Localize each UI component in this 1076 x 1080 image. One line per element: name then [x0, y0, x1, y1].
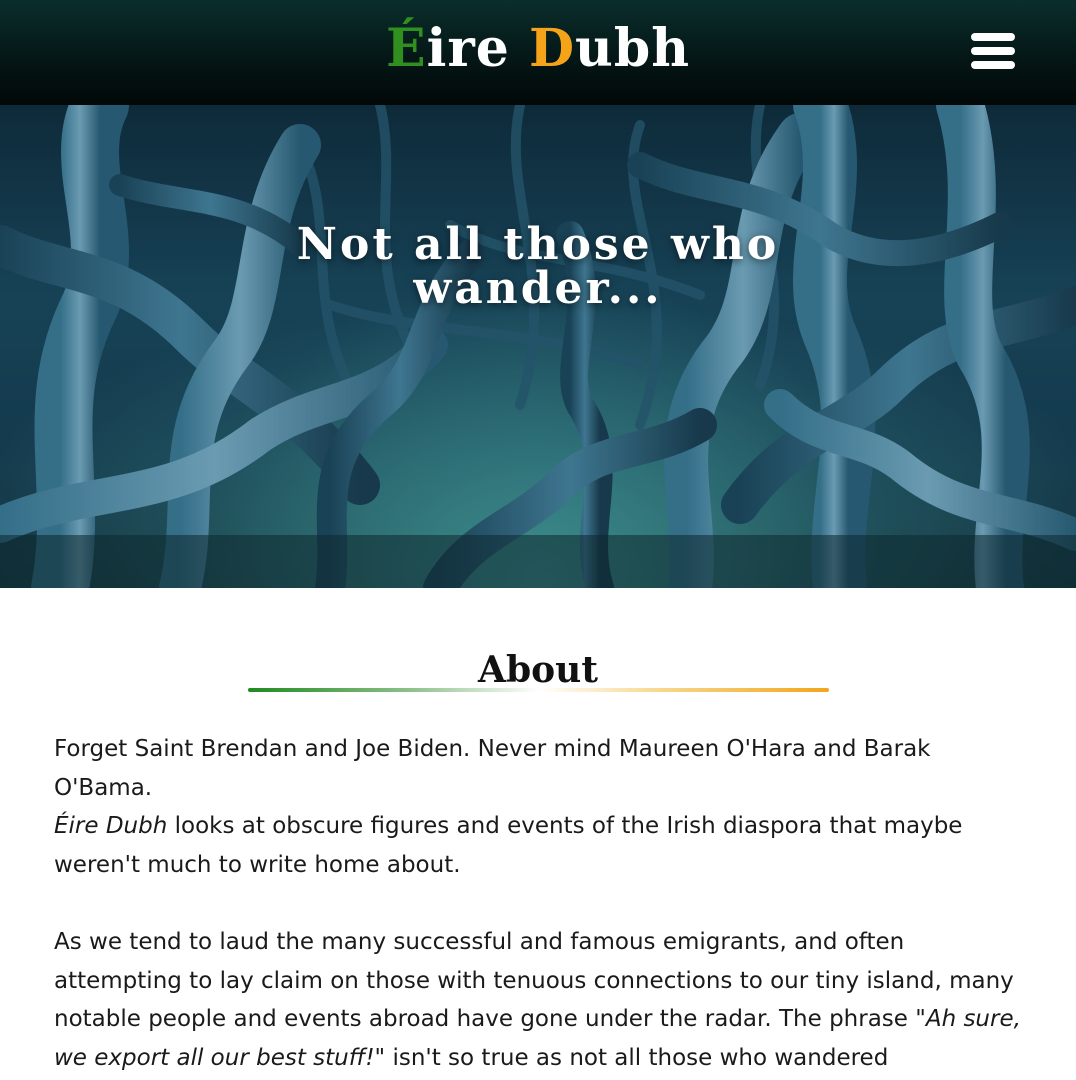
logo-word-eire: ire: [426, 18, 510, 79]
about-paragraph-1: Forget Saint Brendan and Joe Biden. Neve…: [54, 730, 1029, 884]
about-heading: About: [478, 648, 598, 691]
hero-banner: Not all those who wander...: [0, 105, 1076, 588]
about-line-2: looks at obscure figures and events of t…: [54, 813, 963, 878]
site-header: Éire Dubh: [0, 0, 1076, 105]
hero-caption: Not all those who wander...: [296, 219, 780, 314]
about-para-2-text: As we tend to laud the many successful a…: [54, 928, 1014, 1033]
about-line-1: Forget Saint Brendan and Joe Biden. Neve…: [54, 736, 931, 801]
logo-initial-d: D: [528, 18, 576, 79]
about-para-2-tail: isn't so true as not all those who wande…: [385, 1044, 889, 1071]
logo-initial-e: É: [385, 18, 427, 79]
about-text: Forget Saint Brendan and Joe Biden. Neve…: [54, 730, 1029, 1077]
site-logo[interactable]: Éire Dubh: [0, 14, 1076, 84]
site-name-emphasis: Éire Dubh: [54, 813, 168, 840]
menu-bar: [971, 33, 1015, 41]
forest-background-image: [0, 105, 1076, 588]
hamburger-menu-icon[interactable]: [968, 28, 1018, 74]
menu-bar: [971, 47, 1015, 55]
section-divider: [248, 688, 829, 692]
about-paragraph-2: As we tend to laud the many successful a…: [54, 923, 1029, 1077]
logo-word-dubh: ubh: [575, 18, 691, 79]
menu-bar: [971, 61, 1015, 69]
